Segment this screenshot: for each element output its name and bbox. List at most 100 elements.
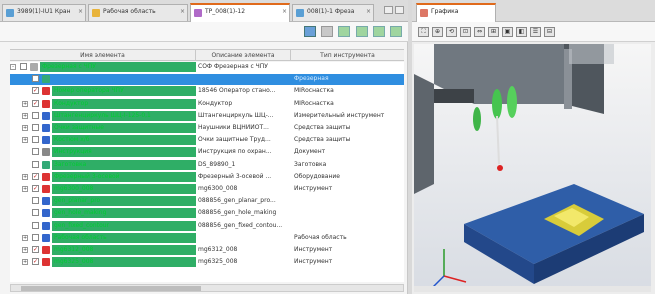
tree-row[interactable]: Фрезерная	[10, 74, 404, 85]
tree-row[interactable]: ✓ Номер оператора ЧПУ 18546 Оператор стано…	[10, 86, 404, 97]
close-icon[interactable]: ×	[366, 8, 371, 15]
tree-row[interactable]: + Штангенциркуль ШЦ-I-125-0,1 Штангенцирку…	[10, 110, 404, 122]
view-tool-icon-3[interactable]: ⟲	[446, 27, 457, 37]
editor-tab-4[interactable]: 008(1)-1 Фреза ×	[292, 4, 374, 21]
column-name[interactable]: Имя элемента	[10, 50, 196, 60]
tree-row[interactable]: + Рабочая область Рабочая область	[10, 232, 404, 244]
expand-icon[interactable]: +	[22, 125, 28, 131]
expand-icon[interactable]: +	[22, 234, 28, 241]
row-description: Кондуктор	[198, 99, 233, 107]
tree-row[interactable]: + ✓ mg6325_008 mg6325_008 Инструмент	[10, 257, 404, 268]
3d-viewport[interactable]	[414, 44, 651, 292]
row-name: gen_hole_making	[52, 208, 196, 219]
collapse-icon[interactable]: -	[10, 64, 16, 70]
minimize-icon[interactable]	[384, 6, 393, 14]
view-tool-icon-10[interactable]: ⊟	[544, 27, 555, 37]
tree-row[interactable]: + ✓ mg6312_008 mg6312_008 Инструмент	[10, 245, 404, 256]
row-type: MIRоснастка	[294, 87, 334, 95]
row-name: Заготовка	[52, 159, 196, 170]
expand-icon[interactable]: +	[22, 259, 28, 266]
row-description: 088856_gen_planar_pro...	[198, 197, 276, 205]
view-tool-icon-7[interactable]: ▣	[502, 27, 513, 37]
row-name: gen_fixed_contour	[52, 220, 196, 231]
filter-icon[interactable]	[321, 26, 334, 37]
row-checkbox[interactable]: ✓	[32, 258, 39, 266]
column-description[interactable]: Описание элемента	[196, 50, 291, 60]
row-checkbox[interactable]: ✓	[32, 246, 39, 253]
row-checkbox[interactable]	[32, 111, 39, 119]
green-action-icon-2[interactable]	[355, 26, 368, 37]
row-description: mg6300_008	[198, 185, 238, 192]
row-type: Средства защиты	[294, 136, 351, 144]
expand-icon[interactable]: +	[22, 137, 28, 144]
row-checkbox[interactable]	[32, 233, 39, 241]
expand-icon[interactable]: +	[22, 186, 28, 192]
row-type: Средства защиты	[294, 124, 351, 131]
tree-row[interactable]: + ✓ mg6300_008 mg6300_008 Инструмент	[10, 184, 404, 195]
row-checkbox[interactable]	[32, 136, 39, 144]
graphics-tab-icon	[420, 9, 428, 17]
row-checkbox[interactable]: ✓	[32, 87, 39, 95]
element-icon	[42, 148, 50, 157]
tree-row[interactable]: + Костюм х/б Очки защитные Труд... Средства…	[10, 135, 404, 146]
structure-pane: 3989(1)-IU1 Кран × Рабочая область × ТР_008(…	[0, 0, 408, 294]
editor-tab-3[interactable]: ТР_008(1)-12 ×	[190, 3, 290, 22]
close-icon[interactable]: ×	[78, 8, 83, 15]
expand-icon[interactable]: +	[22, 173, 28, 180]
tree-row[interactable]: Инструкция Инструкция по охран... Документ	[10, 147, 404, 158]
row-checkbox[interactable]	[32, 160, 39, 168]
element-icon	[42, 221, 50, 230]
refresh-icon[interactable]	[303, 26, 316, 37]
tree-row[interactable]: gen_fixed_contour 088856_gen_fixed_contou…	[10, 220, 404, 232]
view-tool-icon-5[interactable]: ⇔	[474, 27, 485, 37]
row-checkbox[interactable]: ✓	[32, 185, 39, 192]
green-action-icon-3[interactable]	[372, 26, 385, 37]
graphics-tab-label: Графика	[431, 8, 459, 15]
row-checkbox[interactable]	[32, 148, 39, 156]
row-checkbox[interactable]	[32, 124, 39, 131]
row-checkbox[interactable]	[32, 209, 39, 217]
view-tool-icon-9[interactable]: ☰	[530, 27, 541, 37]
close-icon[interactable]: ×	[282, 8, 287, 15]
tree-row[interactable]: Заготовка DS_89890_1 Заготовка	[10, 159, 404, 171]
view-tool-icon-2[interactable]: ⊕	[432, 27, 443, 37]
green-action-icon-4[interactable]	[390, 26, 402, 37]
tab-icon	[194, 9, 202, 17]
expand-icon[interactable]: +	[22, 247, 28, 253]
editor-tab-1[interactable]: 3989(1)-IU1 Кран ×	[2, 4, 86, 21]
green-action-icon-1[interactable]	[338, 26, 351, 37]
row-name: mg6312_008	[52, 245, 196, 255]
horizontal-scrollbar[interactable]	[10, 284, 404, 292]
row-description	[196, 74, 291, 84]
tree-row[interactable]: + ✓ Фрезерный 3-осевой Фрезерный 3-осевой .…	[10, 171, 404, 183]
expand-icon[interactable]: +	[22, 100, 28, 107]
view-tool-icon-4[interactable]: ⊡	[460, 27, 471, 37]
view-tool-icon-1[interactable]: ⛶	[418, 27, 429, 37]
row-checkbox[interactable]: ✓	[32, 172, 39, 180]
element-icon	[42, 160, 50, 169]
row-checkbox[interactable]	[32, 75, 39, 83]
row-checkbox[interactable]	[32, 197, 39, 205]
tab-graphics[interactable]: Графика	[416, 3, 496, 22]
toolbar-icons	[301, 26, 402, 37]
tree-row[interactable]: + ✓ Кондуктор Кондуктор MIRоснастка	[10, 98, 404, 110]
row-description	[196, 233, 291, 243]
row-checkbox[interactable]	[32, 221, 39, 229]
tree-row[interactable]: - Фрезерная с ЧПУ СОФ Фрезерная с ЧПУ	[10, 62, 404, 73]
expand-icon[interactable]: +	[22, 112, 28, 119]
row-checkbox[interactable]	[20, 63, 27, 70]
tree-row[interactable]: gen_planar_pro 088856_gen_planar_pro...	[10, 196, 404, 207]
view-tool-icon-6[interactable]: ⊞	[488, 27, 499, 37]
tree-row[interactable]: + Очки защитные Наушники ВЦНИИОТ... Средств…	[10, 123, 404, 134]
view-tool-icon-8[interactable]: ◧	[516, 27, 527, 37]
maximize-icon[interactable]	[395, 6, 404, 14]
column-tool-type[interactable]: Тип инструмента	[291, 50, 404, 60]
tree-row[interactable]: gen_hole_making 088856_gen_hole_making	[10, 208, 404, 219]
scrollbar-thumb[interactable]	[21, 286, 201, 291]
graphics-scrollbar[interactable]	[414, 286, 651, 292]
row-name: Номер оператора ЧПУ	[52, 86, 196, 97]
editor-tab-2[interactable]: Рабочая область ×	[88, 4, 188, 21]
close-icon[interactable]: ×	[180, 8, 185, 15]
app-window: 3989(1)-IU1 Кран × Рабочая область × ТР_008(…	[0, 0, 655, 294]
row-checkbox[interactable]: ✓	[32, 99, 39, 107]
